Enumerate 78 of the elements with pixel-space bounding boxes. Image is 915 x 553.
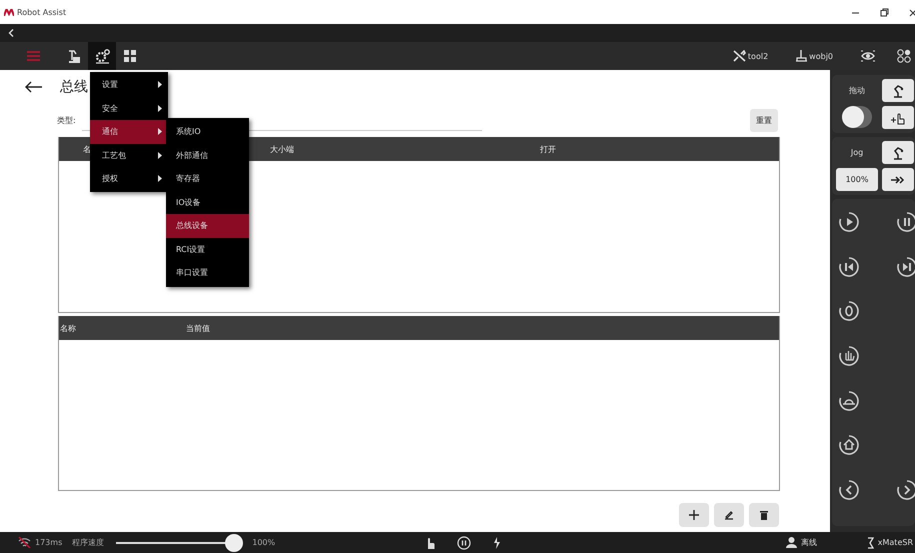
menu-item[interactable]: 系统IO [166, 120, 249, 144]
menu-item[interactable]: RCI设置 [166, 238, 249, 261]
column-header[interactable]: 名称 [60, 322, 76, 334]
jog-speed-button[interactable]: 100% [836, 168, 878, 191]
menu-item[interactable]: IO设备 [166, 190, 249, 214]
menu-item[interactable]: 串口设置 [166, 261, 249, 284]
left-chevron-icon[interactable] [838, 479, 860, 502]
workobject-label[interactable]: wobj0 [809, 52, 833, 60]
submenu-arrow-icon [158, 152, 162, 159]
submenu-arrow-icon [158, 104, 162, 112]
menu-item[interactable]: 总线设备 [166, 214, 249, 238]
add-icon [689, 510, 699, 520]
connection-status: 离线 [800, 537, 817, 548]
double-arrow-icon [891, 176, 905, 184]
pause-icon[interactable] [457, 536, 472, 550]
robot-model: xMateSR [878, 538, 913, 547]
speed-label: 程序速度 [72, 537, 104, 548]
toolbar-tab[interactable] [88, 42, 116, 70]
lightning-icon[interactable] [493, 536, 500, 548]
menu-item[interactable]: 外部通信 [166, 144, 249, 167]
menu-item[interactable]: 寄存器 [166, 167, 249, 190]
type-label: 类型: [57, 115, 76, 126]
pencil-icon [724, 510, 734, 520]
logo-icon [4, 8, 14, 16]
grid-icon [122, 48, 138, 64]
hand-pointer-icon[interactable] [425, 536, 436, 548]
back-arrow-icon[interactable] [25, 81, 42, 93]
jog-label: Jog [850, 147, 864, 159]
menu-item[interactable]: 安全 [90, 96, 168, 120]
level-icon[interactable] [838, 390, 860, 412]
play-icon[interactable] [838, 211, 860, 233]
wifi-off-icon [18, 537, 31, 548]
drag-label: 拖动 [848, 85, 866, 97]
column-header[interactable]: 打开 [540, 144, 556, 154]
step-mode-button[interactable] [882, 168, 914, 191]
speed-value: 100% [252, 538, 276, 547]
submenu-arrow-icon [158, 128, 162, 136]
latency-text: 173ms [35, 538, 62, 547]
step-forward-icon[interactable] [896, 256, 915, 278]
delete-button[interactable] [749, 503, 779, 527]
add-button[interactable] [679, 503, 709, 527]
edit-button[interactable] [714, 503, 744, 527]
trash-icon [759, 510, 769, 520]
tools-icon [732, 50, 746, 62]
home-icon[interactable] [838, 434, 860, 456]
drag-toggle[interactable] [842, 106, 872, 128]
column-header[interactable]: 当前值 [186, 322, 210, 334]
page-title: 总线 [60, 78, 88, 96]
add-hand-button[interactable] [882, 106, 914, 129]
hand-icon[interactable] [838, 345, 860, 368]
joystick-icon [796, 50, 808, 62]
restore-icon[interactable] [880, 8, 889, 16]
menu-icon[interactable] [27, 51, 40, 61]
reset-button[interactable]: 重置 [750, 109, 778, 132]
pause-icon[interactable] [896, 211, 915, 233]
menu-item[interactable]: 设置 [90, 73, 168, 96]
robot-button[interactable] [882, 141, 914, 164]
tool-label[interactable]: tool2 [748, 52, 768, 60]
right-chevron-icon[interactable] [896, 479, 915, 502]
step-back-icon[interactable] [838, 256, 860, 278]
close-icon[interactable] [909, 8, 915, 16]
plus-hand-icon [891, 110, 905, 124]
menu-item[interactable]: 工艺包 [90, 144, 168, 167]
column-header[interactable]: 名 [83, 144, 91, 154]
submenu-arrow-icon [158, 175, 162, 182]
submenu-arrow-icon [158, 81, 162, 88]
robot-button[interactable] [882, 79, 914, 102]
back-chevron-icon[interactable] [8, 29, 14, 37]
window-title: Robot Assist [17, 8, 66, 16]
column-header[interactable]: 大小端 [270, 144, 294, 154]
menu-item[interactable]: 授权 [90, 167, 168, 190]
settings-icon [94, 48, 110, 64]
eye-icon[interactable] [861, 50, 875, 62]
user-icon [786, 537, 797, 548]
zero-icon[interactable] [838, 300, 860, 322]
apps-icon[interactable] [897, 49, 911, 63]
menu-item[interactable]: 通信 [90, 120, 168, 144]
slider-thumb[interactable] [225, 534, 244, 552]
